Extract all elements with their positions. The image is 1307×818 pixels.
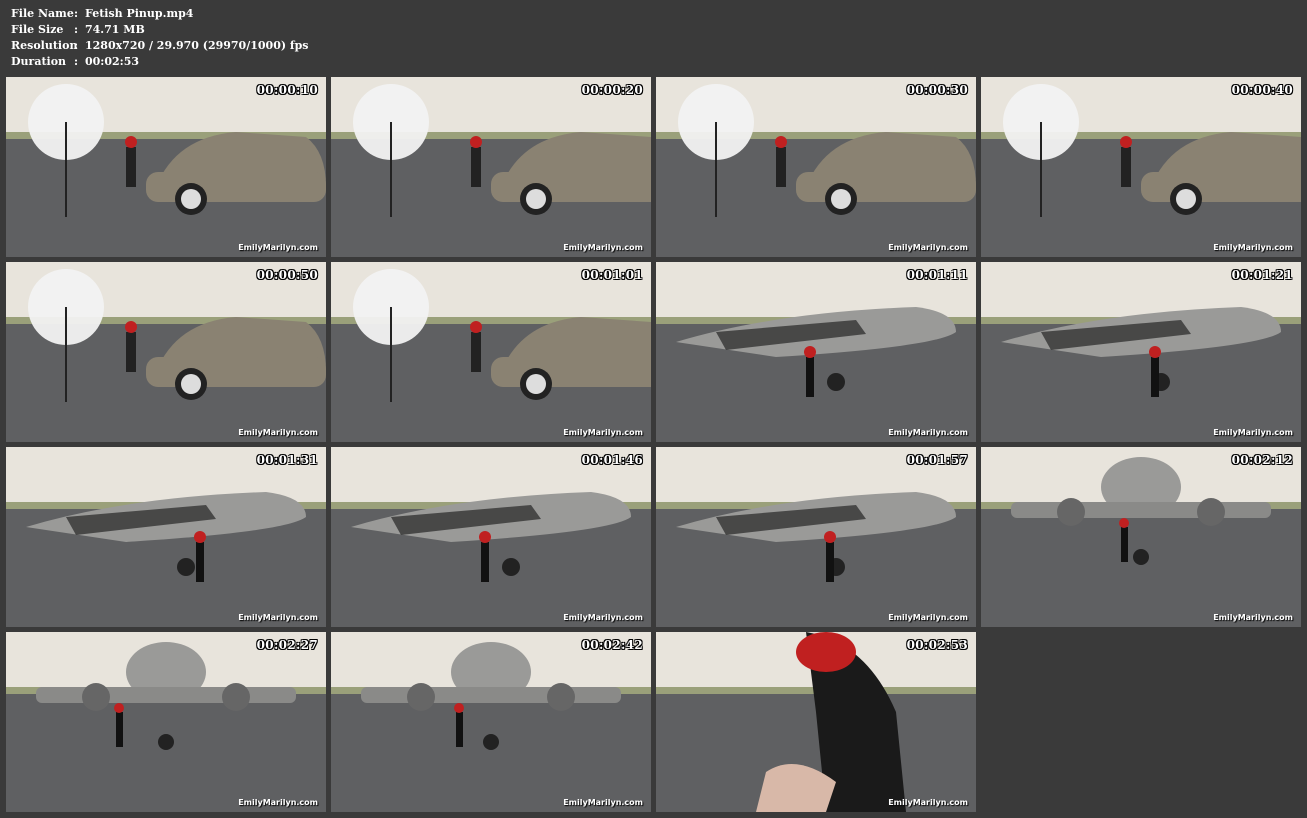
thumbnail[interactable]: 00:01:46 EmilyMarilyn.com — [331, 447, 651, 627]
thumbnail[interactable]: 00:00:40 EmilyMarilyn.com — [981, 77, 1301, 257]
thumbnail[interactable]: 00:02:42 EmilyMarilyn.com — [331, 632, 651, 812]
thumbnail[interactable]: 00:02:27 EmilyMarilyn.com — [6, 632, 326, 812]
thumbnail-image — [331, 447, 651, 627]
info-key: Duration — [11, 55, 67, 68]
thumbnail[interactable]: 00:00:50 EmilyMarilyn.com — [6, 262, 326, 442]
file-info: File Name : Fetish Pinup.mp4 File Size :… — [11, 6, 309, 70]
thumbnail[interactable]: 00:02:12 EmilyMarilyn.com — [981, 447, 1301, 627]
timestamp: 00:02:42 — [581, 638, 643, 652]
info-separator: : — [74, 7, 79, 20]
timestamp: 00:02:53 — [906, 638, 968, 652]
info-row-file-name: File Name : Fetish Pinup.mp4 — [11, 6, 309, 22]
thumbnail[interactable]: 00:01:21 EmilyMarilyn.com — [981, 262, 1301, 442]
info-key: File Size — [11, 23, 64, 36]
thumbnail[interactable]: 00:01:31 EmilyMarilyn.com — [6, 447, 326, 627]
timestamp: 00:01:31 — [256, 453, 318, 467]
timestamp: 00:01:21 — [1231, 268, 1293, 282]
timestamp: 00:02:12 — [1231, 453, 1293, 467]
timestamp: 00:01:46 — [581, 453, 643, 467]
watermark: EmilyMarilyn.com — [563, 243, 643, 252]
thumbnail[interactable]: 00:02:53 EmilyMarilyn.com — [656, 632, 976, 812]
info-separator: : — [74, 55, 79, 68]
info-value: Fetish Pinup.mp4 — [85, 7, 194, 20]
watermark: EmilyMarilyn.com — [563, 798, 643, 807]
thumbnail[interactable]: 00:00:10 EmilyMarilyn.com — [6, 77, 326, 257]
info-value: 74.71 MB — [85, 23, 145, 36]
thumbnail-image — [331, 262, 651, 442]
thumbnail-image — [981, 447, 1301, 627]
watermark: EmilyMarilyn.com — [1213, 428, 1293, 437]
watermark: EmilyMarilyn.com — [1213, 243, 1293, 252]
info-value: 00:02:53 — [85, 55, 140, 68]
info-key: File Name — [11, 7, 74, 20]
info-row-resolution: Resolution : 1280x720 / 29.970 (29970/10… — [11, 38, 309, 54]
timestamp: 00:00:20 — [581, 83, 643, 97]
timestamp: 00:00:50 — [256, 268, 318, 282]
info-value: 1280x720 / 29.970 (29970/1000) fps — [85, 39, 309, 52]
watermark: EmilyMarilyn.com — [888, 798, 968, 807]
thumbnail-image — [331, 632, 651, 812]
watermark: EmilyMarilyn.com — [888, 428, 968, 437]
watermark: EmilyMarilyn.com — [238, 243, 318, 252]
watermark: EmilyMarilyn.com — [1213, 613, 1293, 622]
watermark: EmilyMarilyn.com — [888, 613, 968, 622]
info-row-file-size: File Size : 74.71 MB — [11, 22, 309, 38]
timestamp: 00:01:11 — [906, 268, 968, 282]
thumbnail-image — [656, 77, 976, 257]
thumbnail-image — [6, 632, 326, 812]
info-separator: : — [74, 23, 79, 36]
watermark: EmilyMarilyn.com — [238, 798, 318, 807]
info-row-duration: Duration : 00:02:53 — [11, 54, 309, 70]
thumbnail-grid: 00:00:10 EmilyMarilyn.com 00:00:20 EmilyMar… — [6, 77, 1301, 812]
thumbnail[interactable]: 00:00:30 EmilyMarilyn.com — [656, 77, 976, 257]
timestamp: 00:01:01 — [581, 268, 643, 282]
watermark: EmilyMarilyn.com — [238, 428, 318, 437]
thumbnail[interactable]: 00:00:20 EmilyMarilyn.com — [331, 77, 651, 257]
timestamp: 00:02:27 — [256, 638, 318, 652]
watermark: EmilyMarilyn.com — [563, 613, 643, 622]
thumbnail-image — [656, 447, 976, 627]
thumbnail-image — [6, 262, 326, 442]
thumbnail-image — [331, 77, 651, 257]
timestamp: 00:00:40 — [1231, 83, 1293, 97]
thumbnail[interactable]: 00:01:57 EmilyMarilyn.com — [656, 447, 976, 627]
timestamp: 00:00:30 — [906, 83, 968, 97]
thumbnail-image — [656, 262, 976, 442]
watermark: EmilyMarilyn.com — [888, 243, 968, 252]
timestamp: 00:01:57 — [906, 453, 968, 467]
thumbnail-image — [981, 77, 1301, 257]
info-key: Resolution — [11, 39, 78, 52]
thumbnail-image — [981, 262, 1301, 442]
thumbnail[interactable]: 00:01:01 EmilyMarilyn.com — [331, 262, 651, 442]
thumbnail-image — [656, 632, 976, 812]
thumbnail[interactable]: 00:01:11 EmilyMarilyn.com — [656, 262, 976, 442]
watermark: EmilyMarilyn.com — [563, 428, 643, 437]
thumbnail-image — [6, 447, 326, 627]
thumbnail-image — [6, 77, 326, 257]
info-separator: : — [74, 39, 79, 52]
timestamp: 00:00:10 — [256, 83, 318, 97]
watermark: EmilyMarilyn.com — [238, 613, 318, 622]
